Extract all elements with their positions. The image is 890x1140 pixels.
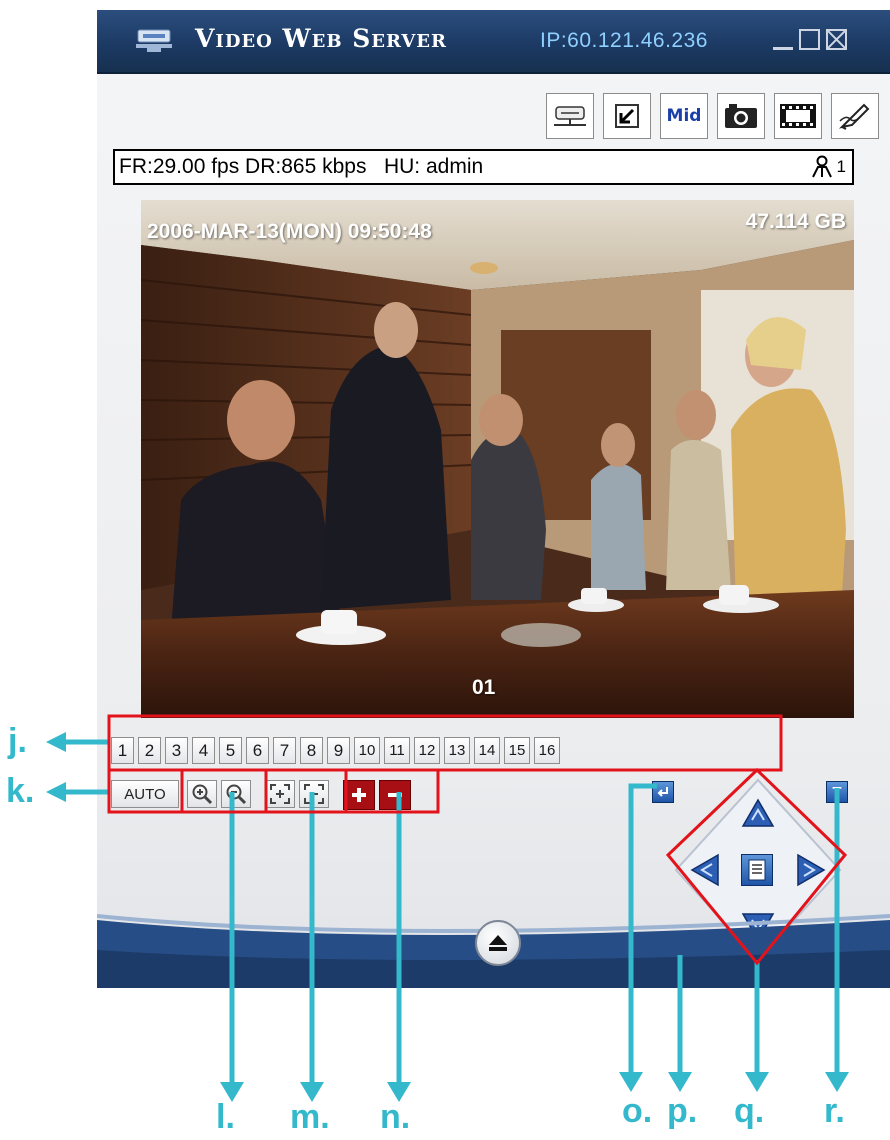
annotation-overlay bbox=[46, 714, 849, 1102]
annotation-p: p. bbox=[667, 1092, 698, 1130]
annotation-q: q. bbox=[734, 1092, 765, 1130]
annotation-k: k. bbox=[6, 772, 35, 810]
annotation-n: n. bbox=[380, 1098, 411, 1136]
annotation-m: m. bbox=[290, 1098, 330, 1136]
annotation-j: j. bbox=[8, 722, 27, 760]
annotation-r: r. bbox=[824, 1092, 845, 1130]
annotation-o: o. bbox=[622, 1092, 653, 1130]
annotation-l: l. bbox=[216, 1098, 235, 1136]
